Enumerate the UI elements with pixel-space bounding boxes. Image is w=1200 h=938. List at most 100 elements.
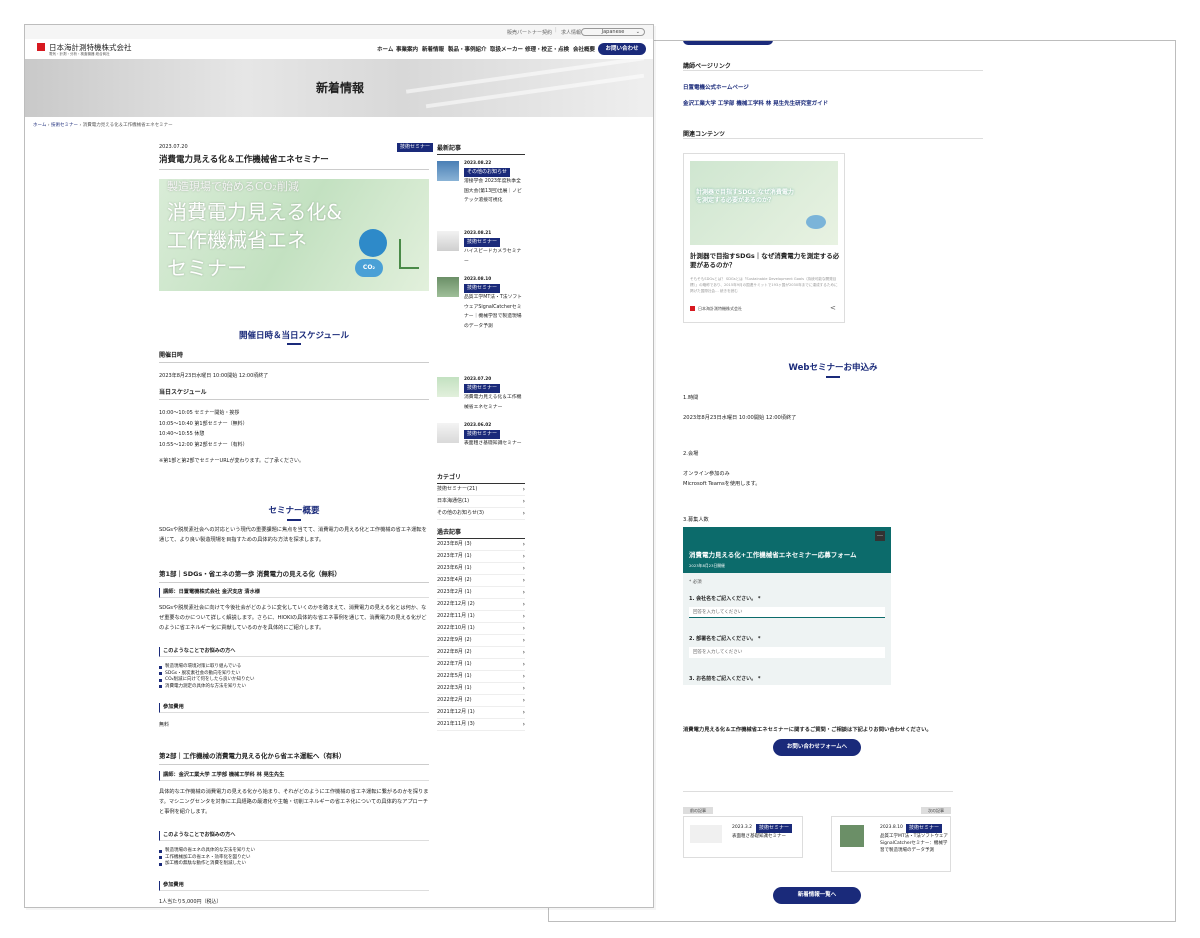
- info-venue-value: オンライン参加のみ Microsoft Teamsを使用します。: [683, 471, 761, 487]
- latest-thumb: [437, 423, 459, 443]
- breadcrumb-category[interactable]: 技術セミナー: [51, 123, 78, 128]
- related-card-image: 計測器で目指すSDGs なぜ消費電力を測定する必要があるのか？: [690, 161, 838, 245]
- prev-article-label[interactable]: 前の記事: [683, 807, 713, 814]
- category-heading: カテゴリ: [437, 472, 525, 484]
- category-section: カテゴリ 技術セミナー(21) 日本海通信(1) その他のお知らせ(3): [437, 472, 525, 520]
- breadcrumb-home[interactable]: ホーム: [33, 123, 46, 128]
- contact-button[interactable]: お問い合わせ: [598, 43, 646, 55]
- lecturer-link-hioki[interactable]: 日置電機公式ホームページ: [683, 83, 749, 91]
- nav-products[interactable]: 製品・事例紹介: [448, 45, 487, 53]
- form-deadline: 2023年8月23日開催: [689, 563, 725, 568]
- next-article-label[interactable]: 次の記事: [921, 807, 951, 814]
- archive-item[interactable]: 2021年12月 (1): [437, 707, 525, 719]
- key-visual: 製造現場で始めるCO₂削減 消費電力見える化& 工作機械省エネ セミナー CO₂: [159, 179, 429, 291]
- category-item[interactable]: 日本海通信(1): [437, 496, 525, 508]
- archive-item[interactable]: 2022年3月 (1): [437, 683, 525, 695]
- archive-section: 過去記事 2023年8月 (3) 2023年7月 (1) 2023年6月 (1)…: [437, 527, 525, 731]
- next-article-thumb: [840, 825, 864, 847]
- divider: [683, 70, 983, 71]
- part2-text: 具体的な工作機械の消費電力の見える化から始まり、それがどのように工作機械の省エネ…: [159, 789, 429, 815]
- latest-title: ハイスピードカメラセミナー: [464, 249, 522, 264]
- share-icon[interactable]: <: [830, 304, 836, 312]
- archive-item[interactable]: 2022年7月 (1): [437, 659, 525, 671]
- info-time-label: 1.時間: [683, 395, 699, 401]
- part1-target-list: 製造現場の環境対策に取り組んでいる SDGs・脱炭素社会の動向を知りたい CO₂…: [159, 664, 429, 690]
- nav-news[interactable]: 新着情報: [422, 45, 444, 53]
- kv-line2: 消費電力見える化&: [167, 200, 342, 224]
- top-button-fragment[interactable]: [683, 41, 773, 45]
- part1-lecturer: 講師：日置電機株式会社 金沢支店 清水様: [159, 588, 429, 598]
- latest-date: 2023.06.02: [464, 423, 492, 428]
- archive-item[interactable]: 2023年8月 (3): [437, 539, 525, 551]
- kv-co2: CO₂: [355, 259, 383, 277]
- info-time-value: 2023年8月23日水曜日 10:00開始 12:00頃終了: [683, 415, 797, 421]
- category-item[interactable]: その他のお知らせ(3): [437, 508, 525, 520]
- day-schedule-heading: 当日スケジュール: [159, 387, 429, 400]
- archive-item[interactable]: 2022年11月 (1): [437, 611, 525, 623]
- schedule-heading: 開催日時＆当日スケジュール: [239, 331, 349, 341]
- info-venue-label: 2.会場: [683, 451, 699, 457]
- lecturer-link-kit[interactable]: 金沢工業大学 工学部 機械工学科 林 晃生先生研究室ガイド: [683, 99, 828, 107]
- archive-item[interactable]: 2023年4月 (2): [437, 575, 525, 587]
- archive-heading: 過去記事: [437, 527, 525, 539]
- source-logo-icon: [690, 306, 695, 311]
- article-tag[interactable]: 技術セミナー: [397, 143, 434, 152]
- globe-icon: [359, 229, 387, 257]
- recruit-link[interactable]: 求人情報: [561, 29, 581, 36]
- article-date: 2023.07.20: [159, 144, 188, 150]
- archive-item[interactable]: 2022年12月 (2): [437, 599, 525, 611]
- latest-thumb: [437, 231, 459, 251]
- nav-business[interactable]: 事業案内: [396, 45, 418, 53]
- latest-tag: その他のお知らせ: [464, 168, 510, 177]
- prev-article-thumb: [690, 825, 722, 843]
- archive-item[interactable]: 2022年10月 (1): [437, 623, 525, 635]
- news-list-button[interactable]: 新着情報一覧へ: [773, 887, 861, 904]
- category-item[interactable]: 技術セミナー(21): [437, 484, 525, 496]
- archive-item[interactable]: 2023年2月 (1): [437, 587, 525, 599]
- department-input[interactable]: 回答を入力してください: [689, 647, 885, 658]
- part2-fee-heading: 参加費用: [159, 881, 429, 891]
- archive-item[interactable]: 2023年7月 (1): [437, 551, 525, 563]
- latest-title: 品質工学MT法・T法ソフトウェアSignalCatcherセミナー｜機械学習で製…: [464, 295, 522, 329]
- archive-item[interactable]: 2022年2月 (2): [437, 695, 525, 707]
- divider: [683, 791, 953, 792]
- archive-item[interactable]: 2021年11月 (3): [437, 719, 525, 731]
- nav-repair[interactable]: 修理・校正・点検: [525, 45, 569, 53]
- archive-item[interactable]: 2022年8月 (2): [437, 647, 525, 659]
- partner-link[interactable]: 販売パートナー契約: [507, 29, 552, 36]
- archive-item[interactable]: 2023年6月 (1): [437, 563, 525, 575]
- related-card-excerpt: そもそもSDGsとは？ SDGsとは「Sustainable Developme…: [690, 277, 838, 293]
- breadcrumb-current: 消費電力見える化＆工作機械省エネセミナー: [82, 123, 173, 128]
- company-input[interactable]: 回答を入力してください: [689, 607, 885, 618]
- application-form[interactable]: 消費電力見える化+工作機械省エネセミナー応募フォーム 2023年8月23日開催 …: [683, 527, 891, 685]
- latest-title: 溶接学会 2023年度秋季全国大会(第13回)出展｜ノビテック溶接可視化: [464, 179, 522, 203]
- article-title: 消費電力見える化＆工作機械省エネセミナー: [159, 153, 429, 170]
- part1-fee: 無料: [159, 722, 170, 728]
- schedule-item: 10:55〜12:00 第2部セミナー（有料）: [159, 441, 248, 448]
- nav-company[interactable]: 会社概要: [573, 45, 595, 53]
- related-card-title: 計測器で目指すSDGs｜なぜ消費電力を測定する必要があるのか？: [690, 252, 840, 269]
- archive-item[interactable]: 2022年9月 (2): [437, 635, 525, 647]
- more-icon[interactable]: …: [875, 531, 885, 541]
- next-article-date: 2023.8.10: [880, 825, 903, 830]
- language-select[interactable]: Japanese ⌄: [581, 28, 645, 36]
- latest-tag: 技術セミナー: [464, 384, 501, 393]
- form-q3-label: 3. お名前をご記入ください。 *: [689, 676, 761, 682]
- breadcrumb: ホーム › 技術セミナー › 消費電力見える化＆工作機械省エネセミナー: [33, 123, 173, 128]
- sidebar: 最新記事 2023.08.22 その他のお知らせ 溶接学会 2023年度秋季全国…: [437, 143, 525, 731]
- latest-thumb: [437, 161, 459, 181]
- nav-home[interactable]: ホーム: [377, 45, 393, 53]
- next-article-title: 品質工学MT法・T法ソフトウェアSignalCatcherセミナー：機械学習で製…: [880, 834, 948, 853]
- nav-makers[interactable]: 取扱メーカー: [490, 45, 523, 53]
- prev-article-card[interactable]: 2023.3.2 技術セミナー 表面粗さ基礎知識セミナー: [683, 816, 803, 858]
- schedule-note: ※第1部と第2部でセミナーURLが変わります。ご了承ください。: [159, 458, 304, 464]
- latest-date: 2023.07.20: [464, 377, 492, 382]
- heading-underline: [826, 376, 840, 378]
- divider: [683, 138, 983, 139]
- archive-item[interactable]: 2022年5月 (1): [437, 671, 525, 683]
- inquiry-button[interactable]: お問い合わせフォームへ: [773, 739, 861, 756]
- related-card[interactable]: 計測器で目指すSDGs なぜ消費電力を測定する必要があるのか？ 計測器で目指すS…: [683, 153, 845, 323]
- related-image-text: 計測器で目指すSDGs なぜ消費電力を測定する必要があるのか？: [696, 189, 794, 204]
- form-q2-label: 2. 部署名をご記入ください。 *: [689, 636, 761, 642]
- next-article-card[interactable]: 2023.8.10 技術セミナー 品質工学MT法・T法ソフトウェアSignalC…: [831, 816, 951, 872]
